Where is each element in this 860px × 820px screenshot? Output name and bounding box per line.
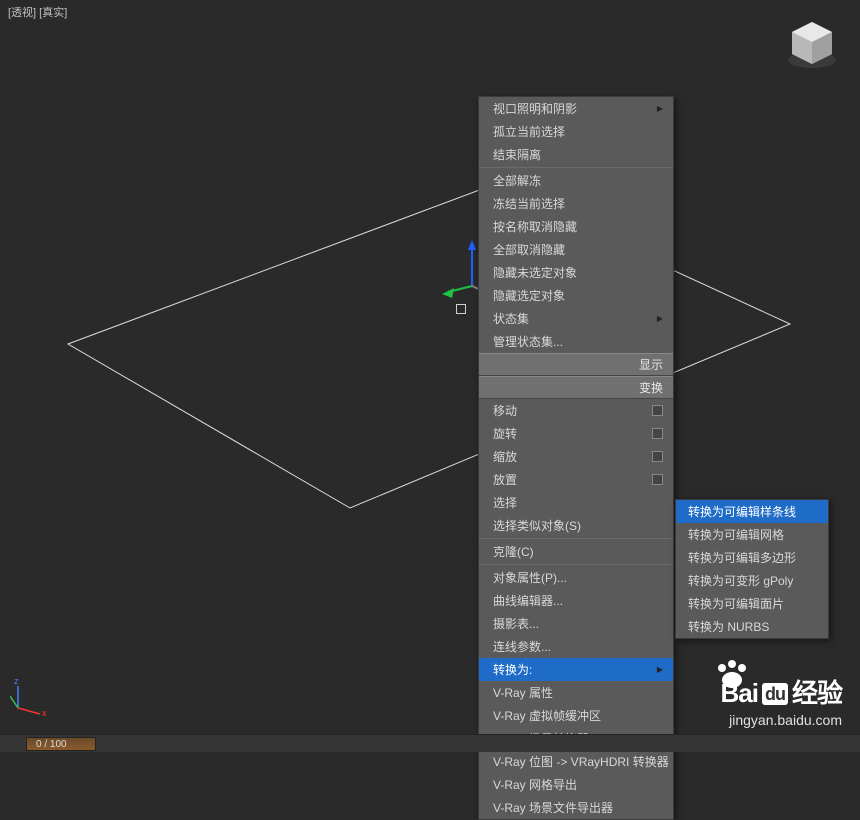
- menu-freeze-selection[interactable]: 冻结当前选择: [479, 192, 673, 215]
- submenu-deformable-gpoly[interactable]: 转换为可变形 gPoly: [676, 569, 828, 592]
- timeline-position: 0 / 100: [36, 739, 67, 750]
- menu-unhide-all[interactable]: 全部取消隐藏: [479, 238, 673, 261]
- menu-separator: [479, 538, 673, 539]
- watermark-url: jingyan.baidu.com: [721, 712, 842, 728]
- menu-separator: [479, 167, 673, 168]
- menu-header-display: 显示: [479, 353, 673, 376]
- menu-scale[interactable]: 缩放: [479, 445, 673, 468]
- menu-convert-to[interactable]: 转换为:: [479, 658, 673, 681]
- menu-unfreeze-all[interactable]: 全部解冻: [479, 169, 673, 192]
- menu-wire-parameters[interactable]: 连线参数...: [479, 635, 673, 658]
- menu-select-similar[interactable]: 选择类似对象(S): [479, 514, 673, 537]
- submenu-editable-mesh[interactable]: 转换为可编辑网格: [676, 523, 828, 546]
- menu-dope-sheet[interactable]: 摄影表...: [479, 612, 673, 635]
- menu-separator: [479, 564, 673, 565]
- menu-curve-editor[interactable]: 曲线编辑器...: [479, 589, 673, 612]
- watermark: Baidu经验 jingyan.baidu.com: [721, 673, 842, 728]
- svg-text:z: z: [14, 676, 19, 686]
- menu-manage-state-sets[interactable]: 管理状态集...: [479, 330, 673, 353]
- menu-vray-bitmap-hdri[interactable]: V-Ray 位图 -> VRayHDRI 转换器: [479, 750, 673, 773]
- menu-vray-mesh-export[interactable]: V-Ray 网格导出: [479, 773, 673, 796]
- menu-clone[interactable]: 克隆(C): [479, 540, 673, 563]
- submenu-nurbs[interactable]: 转换为 NURBS: [676, 615, 828, 638]
- menu-hide-unselected[interactable]: 隐藏未选定对象: [479, 261, 673, 284]
- menu-end-isolate[interactable]: 结束隔离: [479, 143, 673, 166]
- mini-axis-indicator: z x: [10, 676, 50, 716]
- menu-hide-selection[interactable]: 隐藏选定对象: [479, 284, 673, 307]
- menu-select[interactable]: 选择: [479, 491, 673, 514]
- submenu-editable-poly[interactable]: 转换为可编辑多边形: [676, 546, 828, 569]
- submenu-editable-patch[interactable]: 转换为可编辑面片: [676, 592, 828, 615]
- menu-isolate-selection[interactable]: 孤立当前选择: [479, 120, 673, 143]
- viewcube[interactable]: [780, 12, 844, 76]
- menu-vray-properties[interactable]: V-Ray 属性: [479, 681, 673, 704]
- submenu-editable-spline[interactable]: 转换为可编辑样条线: [676, 500, 828, 523]
- viewport-label: [透视] [真实]: [8, 4, 67, 20]
- menu-header-transform: 变换: [479, 376, 673, 399]
- timeline-bar[interactable]: 0 / 100: [0, 734, 860, 752]
- menu-state-sets[interactable]: 状态集: [479, 307, 673, 330]
- watermark-brand-2: du: [762, 683, 788, 705]
- quad-context-menu[interactable]: 视口照明和阴影 孤立当前选择 结束隔离 全部解冻 冻结当前选择 按名称取消隐藏 …: [478, 96, 674, 820]
- menu-rotate[interactable]: 旋转: [479, 422, 673, 445]
- watermark-brand-3: 经验: [792, 678, 842, 708]
- menu-move[interactable]: 移动: [479, 399, 673, 422]
- wireframe-plane: [0, 0, 860, 752]
- menu-vray-vfb[interactable]: V-Ray 虚拟帧缓冲区: [479, 704, 673, 727]
- convert-to-submenu[interactable]: 转换为可编辑样条线 转换为可编辑网格 转换为可编辑多边形 转换为可变形 gPol…: [675, 499, 829, 639]
- menu-object-properties[interactable]: 对象属性(P)...: [479, 566, 673, 589]
- watermark-brand-1: Bai: [721, 678, 758, 708]
- menu-unhide-by-name[interactable]: 按名称取消隐藏: [479, 215, 673, 238]
- node-indicator: [456, 304, 466, 314]
- menu-vray-scene-export[interactable]: V-Ray 场景文件导出器: [479, 796, 673, 819]
- menu-place[interactable]: 放置: [479, 468, 673, 491]
- svg-text:x: x: [42, 708, 47, 716]
- menu-viewport-lighting[interactable]: 视口照明和阴影: [479, 97, 673, 120]
